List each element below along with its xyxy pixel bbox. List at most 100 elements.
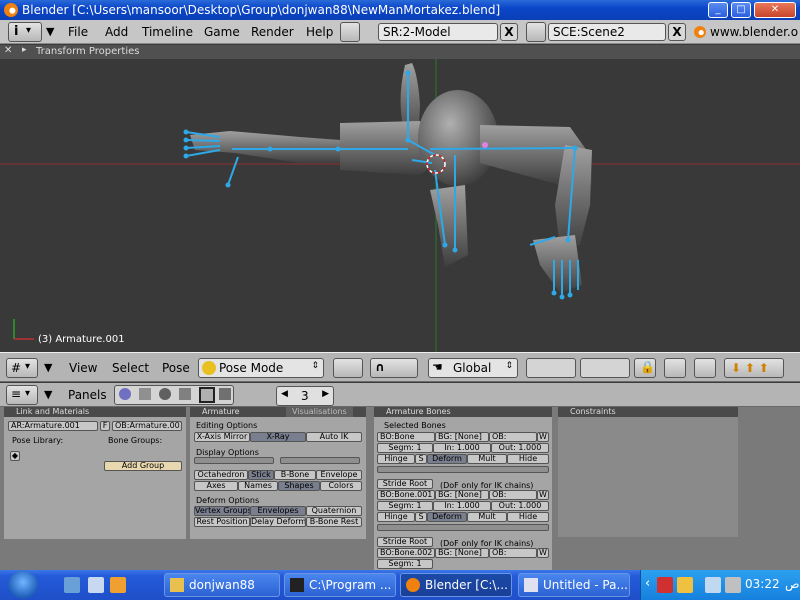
bone-group-field[interactable]: BG: [None] [435,490,489,500]
task-cmd[interactable]: C:\Program ... [284,573,396,597]
shapes-button[interactable]: Shapes [278,481,320,491]
visualisations-tab[interactable]: Visualisations [286,407,353,417]
ease-out-field[interactable]: Out: 1.000 [491,501,549,511]
menu-timeline[interactable]: Timeline [142,25,193,39]
bone-group-field[interactable]: BG: [None] [435,432,489,442]
close-button[interactable]: ✕ [754,2,796,18]
network-icon[interactable] [705,577,721,593]
render-icon[interactable] [694,358,716,378]
colors-button[interactable]: Colors [320,481,362,491]
constraints-header[interactable]: Constraints [558,407,738,417]
bone-object-field[interactable]: OB: [489,432,537,442]
task-blender[interactable]: Blender [C:\... [400,573,512,597]
logic-icon[interactable] [119,388,131,400]
envelope-button[interactable]: Envelope [316,470,362,480]
bone-layers-row[interactable] [194,457,274,464]
b-bone-rest-button[interactable]: B-Bone Rest [306,517,362,527]
start-button[interactable] [8,571,38,599]
show-hidden-icons-icon[interactable]: ‹ [645,576,650,591]
stride-root-button[interactable]: Stride Root [377,537,433,547]
locale-indicator[interactable]: ص [785,577,800,591]
bone-name-field[interactable]: BO:Bone [377,432,435,442]
shading-mode-icon[interactable] [333,358,363,378]
screen-browse-icon[interactable] [340,22,360,42]
delay-deform-button[interactable]: Delay Deform [250,517,306,527]
task-paint[interactable]: Untitled - Pa... [518,573,630,597]
wire-button[interactable]: W [537,490,549,500]
minimize-button[interactable]: _ [708,2,728,18]
mode-selector[interactable]: Pose Mode ⇕ [198,358,324,378]
hide-button[interactable]: Hide [507,454,549,464]
scene-browse-icon[interactable] [526,22,546,42]
bone-layers-row[interactable] [377,466,549,473]
armature-bones-header[interactable]: Armature Bones [374,407,552,417]
blender-url-link[interactable]: www.blender.o [710,25,798,39]
menu-game[interactable]: Game [204,25,240,39]
menu-view[interactable]: View [69,361,97,375]
pose-library-browse-icon[interactable]: ◆ [10,451,20,461]
x-ray-button[interactable]: X-Ray [250,432,306,442]
bone-object-field[interactable]: OB: [489,548,537,558]
copy-paste-pose-icons[interactable]: ⬇ ⬆ ⬆ [724,358,784,378]
layer-buttons-left[interactable] [526,358,576,378]
scale-button[interactable]: S [415,512,427,522]
auto-ik-button[interactable]: Auto IK [306,432,362,442]
frame-number-field[interactable]: ◀ 3 ▶ [276,386,334,406]
tray-alert-icon[interactable] [657,577,673,593]
rest-position-button[interactable]: Rest Position [194,517,250,527]
armature-bones[interactable] [185,73,579,297]
buttons-window-type-icon[interactable]: ≡ ▾ [6,385,38,405]
stride-root-button[interactable]: Stride Root [377,479,433,489]
wire-button[interactable]: W [537,548,549,558]
segments-field[interactable]: Segm: 1 [377,501,433,511]
quaternion-button[interactable]: Quaternion [306,506,362,516]
script-icon[interactable] [139,388,151,400]
screen-field[interactable]: SR:2-Model [378,23,498,41]
bone-layers-row[interactable] [280,457,360,464]
tray-flag-icon[interactable] [677,577,693,593]
x-axis-mirror-button[interactable]: X-Axis Mirror [194,432,250,442]
bone-object-field[interactable]: OB: [489,490,537,500]
deform-button[interactable]: Deform [427,512,467,522]
switch-windows-icon[interactable] [88,577,104,593]
menu-file[interactable]: File [68,25,88,39]
stick-button[interactable]: Stick [248,470,274,480]
ease-out-field[interactable]: Out: 1.000 [491,443,549,453]
ease-in-field[interactable]: In: 1.000 [433,501,491,511]
scale-button[interactable]: S [415,454,427,464]
collapse-menu-icon[interactable]: ▼ [46,25,54,38]
names-button[interactable]: Names [238,481,278,491]
mult-button[interactable]: Mult [467,454,507,464]
armature-data-field[interactable]: AR:Armature.001 [8,421,98,431]
increment-arrow-icon[interactable]: ▶ [322,389,329,399]
armature-header[interactable]: Armature Visualisations [190,407,366,417]
hinge-button[interactable]: Hinge [377,454,415,464]
bone-group-field[interactable]: BG: [None] [435,548,489,558]
link-materials-header[interactable]: Link and Materials [4,407,186,417]
task-folder[interactable]: donjwan88 [164,573,280,597]
editing-icon[interactable] [199,387,215,403]
screen-delete-button[interactable]: X [500,23,518,41]
menu-pose[interactable]: Pose [162,361,190,375]
hide-button[interactable]: Hide [507,512,549,522]
b-bone-button[interactable]: B-Bone [274,470,316,480]
collapse-header-icon[interactable]: ▼ [44,388,52,401]
menu-add[interactable]: Add [105,25,128,39]
orientation-selector[interactable]: ☚ Global ⇕ [428,358,518,378]
volume-icon[interactable] [725,577,741,593]
lock-icon[interactable]: 🔒 [634,358,656,378]
deform-button[interactable]: Deform [427,454,467,464]
clock[interactable]: 03:22 [745,577,780,591]
axes-button[interactable]: Axes [194,481,238,491]
info-window-type-icon[interactable]: i ▾ [8,22,42,42]
scene-icon[interactable] [219,388,231,400]
shading-icon[interactable] [159,388,171,400]
maximize-button[interactable]: □ [731,2,751,18]
armature-tab[interactable]: Armature [202,407,240,416]
add-group-button[interactable]: Add Group [104,461,182,471]
vertex-groups-button[interactable]: Vertex Groups [194,506,250,516]
collapse-header-icon[interactable]: ▼ [44,361,52,374]
segments-field[interactable]: Segm: 1 [377,443,433,453]
layer-buttons-right[interactable] [580,358,630,378]
scene-field[interactable]: SCE:Scene2 [548,23,666,41]
